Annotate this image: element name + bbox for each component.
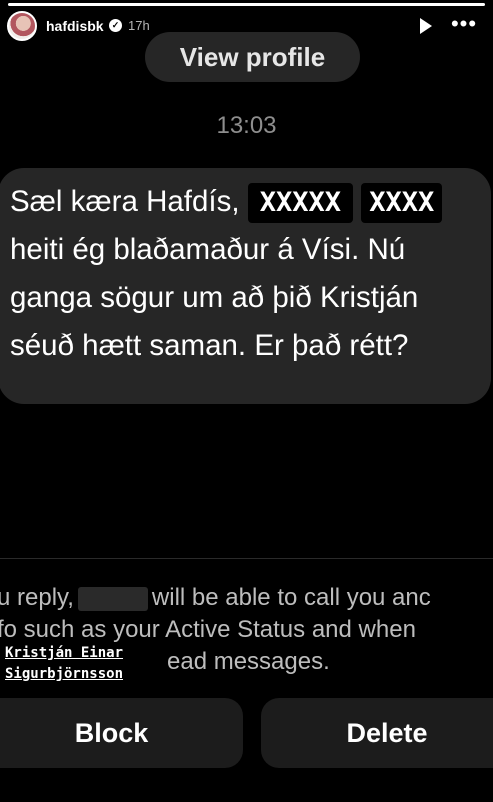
blurred-name (77, 586, 148, 611)
redacted-name-2: XXXX (361, 183, 443, 224)
redacted-name-1: XXXXX (247, 183, 354, 224)
play-icon[interactable] (420, 18, 432, 34)
verified-badge-icon: ✓ (109, 19, 122, 32)
notice-line-3-text: ead messages. (167, 648, 330, 675)
name-tag-overlay[interactable]: Kristján Einar Sigurbjörnsson (5, 643, 128, 685)
block-button[interactable]: Block (0, 698, 243, 768)
message-bubble: Sæl kæra Hafdís, XXXXX XXXX heiti ég bla… (0, 168, 491, 404)
message-timestamp: 13:03 (216, 112, 277, 139)
name-tag-line-1: Kristján Einar (5, 645, 124, 661)
notice-line-1-start: u reply, (0, 584, 74, 611)
time-ago: 17h (128, 18, 150, 33)
divider (0, 558, 493, 559)
more-options-icon[interactable]: ••• (450, 12, 478, 36)
view-profile-button[interactable]: View profile (145, 32, 360, 82)
notice-line-2: fo such as your Active Status and when (0, 616, 416, 643)
story-progress-fill (8, 3, 485, 6)
message-text-part1: Sæl kæra Hafdís, (10, 185, 240, 218)
avatar[interactable] (7, 11, 37, 41)
message-text: Sæl kæra Hafdís, XXXXX XXXX heiti ég bla… (10, 178, 481, 370)
notice-line-1: u reply, will be able to call you anc (0, 582, 493, 614)
delete-button[interactable]: Delete (261, 698, 493, 768)
username[interactable]: hafdisbk (46, 18, 104, 34)
story-progress-bar (8, 3, 485, 6)
notice-line-1-end: will be able to call you anc (151, 584, 431, 611)
name-tag-line-2: Sigurbjörnsson (5, 666, 124, 682)
message-text-part2: heiti ég blaðamaður á Vísi. Nú ganga sög… (10, 233, 419, 362)
